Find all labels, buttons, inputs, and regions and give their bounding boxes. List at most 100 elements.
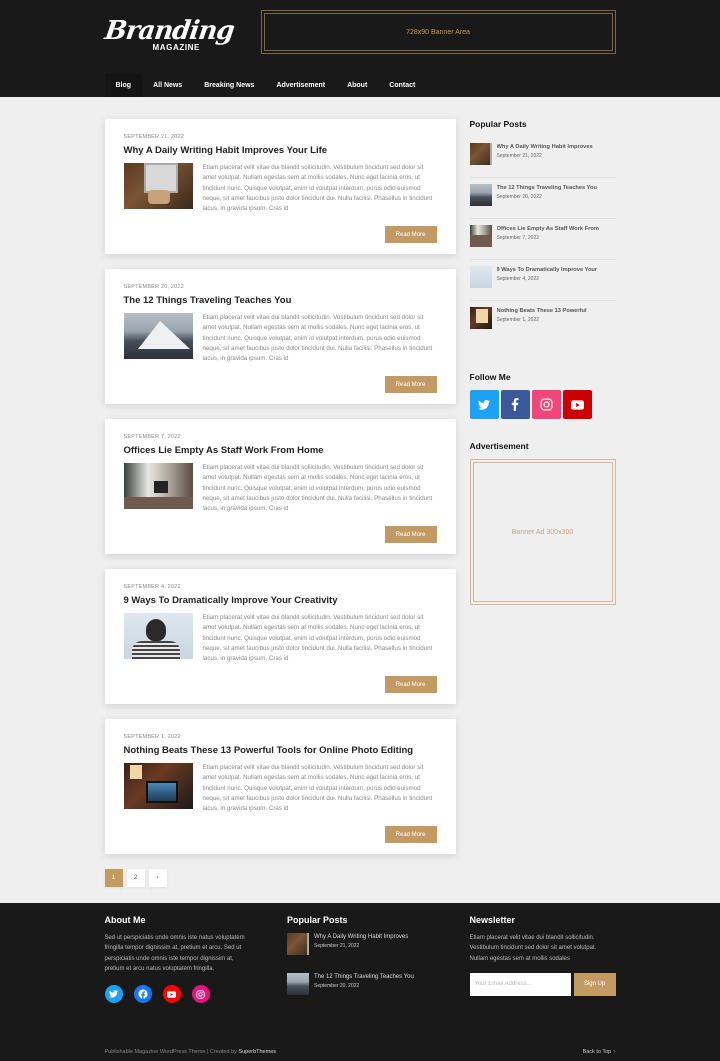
popular-post-thumbnail[interactable] bbox=[469, 307, 492, 329]
footer-popular-thumbnail[interactable] bbox=[287, 973, 309, 995]
laptop-image[interactable] bbox=[123, 163, 193, 209]
footer-popular-item[interactable]: Why A Daily Writing Habit Improves Septe… bbox=[287, 933, 433, 955]
popular-post-title[interactable]: Offices Lie Empty As Staff Work From bbox=[497, 225, 599, 233]
post-title[interactable]: Offices Lie Empty As Staff Work From Hom… bbox=[124, 445, 437, 456]
popular-post-date: September 7, 2022 bbox=[496, 235, 540, 241]
post-title[interactable]: Why A Daily Writing Habit Improves Your … bbox=[124, 145, 437, 156]
footer-popular-post-title[interactable]: The 12 Things Traveling Teaches You bbox=[314, 973, 414, 981]
site-footer: About Me Sed ut perspiciatis unde omnis … bbox=[0, 903, 720, 1061]
logo-subtitle: MAGAZINE bbox=[152, 43, 200, 52]
footer-bottom-bar: Publishable Magazine WordPress Theme | C… bbox=[0, 1049, 720, 1055]
back-to-top-link[interactable]: Back to Top ↑ bbox=[583, 1049, 616, 1055]
sidebar-banner-ad[interactable]: Banner Ad 300x300 bbox=[469, 459, 616, 605]
instagram-icon bbox=[196, 989, 205, 999]
popular-post-item[interactable]: Offices Lie Empty As Staff Work From Sep… bbox=[469, 219, 616, 260]
footer-about: About Me Sed ut perspiciatis unde omnis … bbox=[104, 915, 251, 1013]
sidebar-banner-text: Banner Ad 300x300 bbox=[472, 462, 613, 602]
twitter-icon bbox=[478, 399, 490, 410]
footer-popular-post-date: September 20, 2022 bbox=[314, 983, 360, 989]
footer-credit: Publishable Magazine WordPress Theme | C… bbox=[105, 1049, 277, 1055]
nav-item-blog[interactable]: Blog bbox=[104, 74, 143, 97]
post-card: September 1, 2022 Nothing Beats These 13… bbox=[104, 719, 456, 854]
instagram-button[interactable] bbox=[531, 390, 561, 419]
footer-about-title: About Me bbox=[104, 915, 146, 925]
footer-popular-post-title[interactable]: Why A Daily Writing Habit Improves bbox=[314, 933, 408, 941]
popular-post-title[interactable]: Why A Daily Writing Habit Improves bbox=[497, 143, 593, 151]
popular-post-title[interactable]: Nothing Beats These 13 Powerful bbox=[497, 307, 587, 315]
next-page-button[interactable]: › bbox=[148, 869, 167, 887]
instagram-icon bbox=[539, 398, 553, 411]
footer-credit-text: Publishable Magazine WordPress Theme | C… bbox=[104, 1049, 239, 1055]
facebook-button[interactable] bbox=[500, 390, 530, 419]
popular-post-item[interactable]: Nothing Beats These 13 Powerful Septembe… bbox=[469, 301, 616, 342]
post-excerpt: Etiam placerat velit vitae dui blandit s… bbox=[202, 464, 433, 513]
nav-item-about[interactable]: About bbox=[336, 74, 378, 97]
read-more-button[interactable]: Read More bbox=[384, 826, 437, 843]
nav-item-all-news[interactable]: All News bbox=[142, 74, 193, 97]
popular-post-item[interactable]: The 12 Things Traveling Teaches You Sept… bbox=[469, 178, 616, 219]
footer-youtube-button[interactable] bbox=[162, 985, 181, 1004]
footer-facebook-button[interactable] bbox=[133, 985, 152, 1004]
photo-editing-image[interactable] bbox=[123, 763, 193, 809]
footer-social-links bbox=[104, 985, 251, 1004]
popular-post-date: September 1, 2022 bbox=[496, 317, 540, 323]
post-date: September 7, 2022 bbox=[123, 434, 181, 440]
popular-post-thumbnail[interactable] bbox=[469, 225, 492, 247]
post-excerpt: Etiam placerat velit vitae dui blandit s… bbox=[202, 614, 433, 663]
nav-item-contact[interactable]: Contact bbox=[378, 74, 426, 97]
footer-twitter-button[interactable] bbox=[104, 985, 123, 1004]
office-image[interactable] bbox=[123, 463, 193, 509]
popular-post-date: September 20, 2022 bbox=[496, 194, 542, 200]
twitter-button[interactable] bbox=[469, 390, 499, 419]
popular-post-thumbnail[interactable] bbox=[469, 266, 492, 288]
popular-post-title[interactable]: 9 Ways To Dramatically Improve Your bbox=[497, 266, 598, 274]
social-buttons bbox=[469, 390, 616, 419]
post-title[interactable]: 9 Ways To Dramatically Improve Your Crea… bbox=[124, 595, 437, 606]
newsletter-signup-button[interactable]: Sign Up bbox=[573, 972, 616, 996]
popular-posts-list: Why A Daily Writing Habit Improves Septe… bbox=[469, 137, 616, 342]
post-title[interactable]: Nothing Beats These 13 Powerful Tools fo… bbox=[124, 745, 437, 756]
read-more-button[interactable]: Read More bbox=[384, 526, 437, 543]
popular-post-item[interactable]: Why A Daily Writing Habit Improves Septe… bbox=[469, 137, 616, 178]
popular-post-thumbnail[interactable] bbox=[469, 184, 492, 206]
creativity-image[interactable] bbox=[123, 613, 193, 659]
nav-item-advertisement[interactable]: Advertisement bbox=[265, 74, 336, 97]
popular-post-date: September 21, 2022 bbox=[496, 153, 542, 159]
site-logo[interactable]: Branding MAGAZINE bbox=[102, 16, 235, 56]
superbthemes-link[interactable]: SuperbThemes bbox=[238, 1049, 276, 1055]
footer-popular-post-date: September 21, 2022 bbox=[314, 943, 360, 949]
footer-newsletter: Newsletter Etiam placerat velit vitae du… bbox=[469, 915, 616, 1013]
popular-post-date: September 4, 2022 bbox=[496, 276, 540, 282]
facebook-icon bbox=[137, 989, 148, 1000]
post-card: September 20, 2022 The 12 Things Traveli… bbox=[104, 269, 456, 404]
newsletter-text: Etiam placerat velit vitae dui blandit s… bbox=[469, 935, 597, 962]
popular-post-item[interactable]: 9 Ways To Dramatically Improve Your Sept… bbox=[469, 260, 616, 301]
read-more-button[interactable]: Read More bbox=[384, 676, 437, 693]
popular-post-thumbnail[interactable] bbox=[469, 143, 492, 165]
nav-item-breaking-news[interactable]: Breaking News bbox=[193, 74, 265, 97]
popular-post-title[interactable]: The 12 Things Traveling Teaches You bbox=[497, 184, 598, 192]
footer-popular-thumbnail[interactable] bbox=[287, 933, 309, 955]
header-banner-ad[interactable]: 728x90 Banner Area bbox=[260, 10, 616, 54]
youtube-icon bbox=[167, 991, 176, 998]
read-more-button[interactable]: Read More bbox=[384, 376, 437, 393]
footer-popular-item[interactable]: The 12 Things Traveling Teaches You Sept… bbox=[287, 973, 433, 995]
footer-popular-posts: Popular Posts Why A Daily Writing Habit … bbox=[287, 915, 433, 1013]
logo-script-text: Branding bbox=[102, 16, 236, 46]
page-1-button[interactable]: 1 bbox=[104, 869, 123, 887]
newsletter-title: Newsletter bbox=[469, 915, 516, 925]
twitter-icon bbox=[109, 990, 118, 998]
post-card: September 21, 2022 Why A Daily Writing H… bbox=[104, 119, 456, 254]
youtube-icon bbox=[570, 399, 584, 410]
footer-instagram-button[interactable] bbox=[191, 985, 210, 1004]
footer-about-text: Sed ut perspiciatis unde omnis iste natu… bbox=[104, 935, 245, 972]
post-title[interactable]: The 12 Things Traveling Teaches You bbox=[124, 295, 437, 306]
follow-me-title: Follow Me bbox=[469, 372, 511, 382]
page-2-button[interactable]: 2 bbox=[126, 869, 145, 887]
sidebar: Popular Posts Why A Daily Writing Habit … bbox=[469, 119, 616, 903]
newsletter-email-input[interactable] bbox=[469, 972, 571, 996]
post-date: September 1, 2022 bbox=[123, 734, 181, 740]
mountain-image[interactable] bbox=[123, 313, 193, 359]
youtube-button[interactable] bbox=[562, 390, 592, 419]
read-more-button[interactable]: Read More bbox=[384, 226, 437, 243]
